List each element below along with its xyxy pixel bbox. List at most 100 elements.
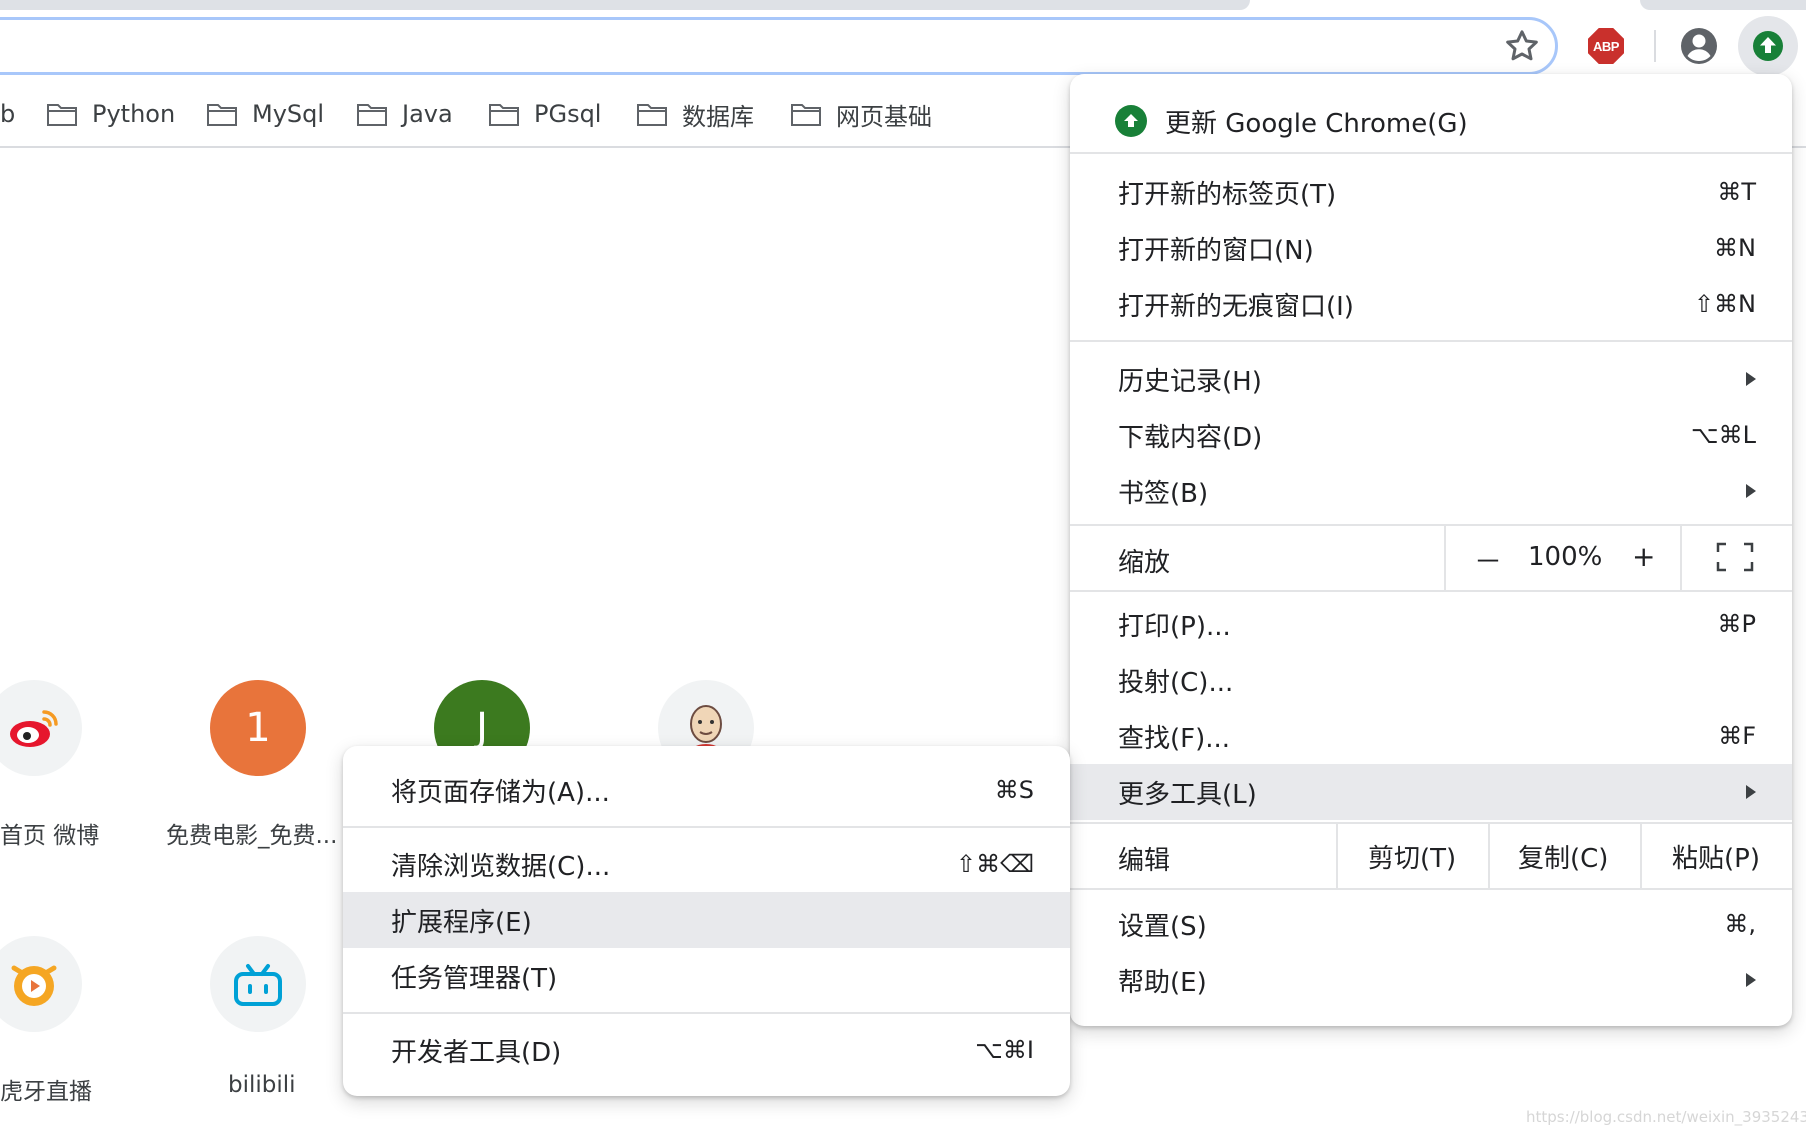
menu-item-cast[interactable]: 投射(C)... [1070, 652, 1792, 708]
menu-shortcut: ⌥⌘L [1690, 421, 1756, 449]
edit-label: 编辑 [1118, 846, 1171, 876]
menu-label: 任务管理器(T) [391, 963, 558, 994]
menu-label: 清除浏览数据(C)... [391, 851, 611, 882]
menu-item-history[interactable]: 历史记录(H) [1070, 351, 1792, 407]
zoom-divider [1680, 526, 1682, 590]
zoom-level: 100% [1528, 542, 1603, 572]
zoom-in-button[interactable]: + [1632, 540, 1655, 573]
shortcut-glyph: J [476, 705, 488, 751]
menu-shortcut: ⌘N [1714, 234, 1756, 262]
bookmark-star-icon[interactable] [1502, 26, 1542, 66]
bookmark-label: b [0, 100, 16, 128]
menu-item-save-page[interactable]: 将页面存储为(A)... ⌘S [343, 762, 1070, 818]
folder-icon [357, 104, 387, 126]
toolbar-separator [1654, 30, 1656, 62]
paste-button[interactable]: 粘贴(P) [1672, 838, 1760, 875]
bookmark-label: MySql [252, 100, 325, 128]
shortcut-label: 免费电影_免费... [166, 823, 338, 849]
menu-label: 查找(F)... [1118, 723, 1231, 754]
zoom-row: 缩放 － 100% + [1070, 526, 1792, 590]
shortcut-label: 虎牙直播 [0, 1079, 92, 1105]
edit-divider [1336, 824, 1338, 888]
menu-separator [1070, 340, 1792, 342]
menu-label: 打印(P)... [1118, 611, 1231, 642]
menu-label: 打开新的标签页(T) [1118, 179, 1337, 210]
menu-label: 扩展程序(E) [391, 907, 532, 938]
menu-item-incognito[interactable]: 打开新的无痕窗口(I) ⇧⌘N [1070, 276, 1792, 332]
submenu-arrow-icon [1746, 973, 1756, 987]
menu-label: 更多工具(L) [1118, 779, 1257, 810]
menu-label: 打开新的窗口(N) [1118, 235, 1314, 266]
watermark: https://blog.csdn.net/weixin_39352438 [1526, 1108, 1806, 1126]
menu-label: 投射(C)... [1118, 667, 1234, 698]
menu-item-task-manager[interactable]: 任务管理器(T) [343, 948, 1070, 1004]
menu-shortcut: ⇧⌘⌫ [955, 850, 1034, 878]
edit-divider [1488, 824, 1490, 888]
shortcut-label: bilibili [228, 1072, 296, 1098]
cut-button[interactable]: 剪切(T) [1368, 838, 1456, 875]
huya-icon [11, 965, 57, 1006]
more-tools-submenu: 将页面存储为(A)... ⌘S 清除浏览数据(C)... ⇧⌘⌫ 扩展程序(E)… [343, 746, 1070, 1096]
address-bar[interactable] [0, 17, 1558, 75]
zoom-out-button[interactable]: － [1474, 540, 1502, 580]
bookmark-folder-mysql[interactable]: MySql [206, 94, 324, 134]
menu-item-extensions[interactable]: 扩展程序(E) [343, 892, 1070, 948]
menu-item-downloads[interactable]: 下载内容(D) ⌥⌘L [1070, 407, 1792, 463]
bookmark-folder-java[interactable]: Java [356, 94, 453, 134]
menu-label: 书签(B) [1118, 478, 1209, 509]
menu-item-new-window[interactable]: 打开新的窗口(N) ⌘N [1070, 220, 1792, 276]
shortcut-glyph: 1 [245, 705, 271, 751]
tab-strip-band-right [1640, 0, 1806, 10]
menu-separator [1070, 152, 1792, 154]
weibo-icon [10, 710, 58, 747]
bookmark-label: PGsql [534, 100, 602, 128]
shortcut-weibo[interactable] [0, 680, 82, 776]
menu-separator [1070, 590, 1792, 592]
menu-label: 开发者工具(D) [391, 1037, 562, 1068]
menu-shortcut: ⇧⌘N [1693, 290, 1756, 318]
submenu-arrow-icon [1746, 785, 1756, 799]
bookmark-folder-python[interactable]: Python [46, 94, 175, 134]
menu-item-new-tab[interactable]: 打开新的标签页(T) ⌘T [1070, 164, 1792, 220]
menu-label: 历史记录(H) [1118, 366, 1262, 397]
menu-shortcut: ⌘P [1717, 610, 1756, 638]
menu-item-settings[interactable]: 设置(S) ⌘, [1070, 896, 1792, 952]
adblock-icon[interactable]: ABP [1582, 22, 1630, 70]
bookmark-label: 网页基础 [836, 102, 932, 131]
menu-shortcut: ⌘F [1718, 722, 1756, 750]
menu-item-more-tools[interactable]: 更多工具(L) [1070, 764, 1792, 820]
bookmark-folder-web-basics[interactable]: 网页基础 [790, 94, 932, 134]
bookmark-folder-pgsql[interactable]: PGsql [488, 94, 601, 134]
edit-row: 编辑 剪切(T) 复制(C) 粘贴(P) [1070, 824, 1792, 888]
menu-item-find[interactable]: 查找(F)... ⌘F [1070, 708, 1792, 764]
menu-label: 打开新的无痕窗口(I) [1118, 291, 1354, 322]
copy-button[interactable]: 复制(C) [1518, 838, 1608, 875]
folder-icon [207, 104, 237, 126]
adblock-badge: ABP [1588, 28, 1624, 64]
submenu-arrow-icon [1746, 484, 1756, 498]
menu-item-help[interactable]: 帮助(E) [1070, 952, 1792, 1008]
folder-icon [637, 104, 667, 126]
menu-shortcut: ⌘S [994, 776, 1034, 804]
menu-item-clear-data[interactable]: 清除浏览数据(C)... ⇧⌘⌫ [343, 836, 1070, 892]
bookmark-folder-database[interactable]: 数据库 [636, 94, 754, 134]
folder-icon [489, 104, 519, 126]
bookmark-label: Java [402, 100, 453, 128]
menu-item-print[interactable]: 打印(P)... ⌘P [1070, 596, 1792, 652]
menu-label: 将页面存储为(A)... [391, 777, 610, 808]
bookmark-folder[interactable]: b [0, 94, 15, 134]
fullscreen-icon[interactable] [1716, 542, 1754, 576]
shortcut-label: 首页 微博 [0, 823, 100, 849]
profile-avatar-icon[interactable] [1675, 22, 1723, 70]
shortcut-movies[interactable]: 1 [210, 680, 306, 776]
menu-label: 帮助(E) [1118, 967, 1207, 998]
update-menu-icon[interactable] [1738, 16, 1798, 76]
menu-item-bookmarks[interactable]: 书签(B) [1070, 463, 1792, 519]
folder-icon [791, 104, 821, 126]
bookmark-label: 数据库 [682, 102, 754, 131]
update-chrome-item[interactable]: 更新 Google Chrome(G) [1070, 90, 1792, 152]
shortcut-huya[interactable] [0, 936, 82, 1032]
update-arrow-icon [1115, 105, 1147, 137]
shortcut-bilibili[interactable] [210, 936, 306, 1032]
menu-item-dev-tools[interactable]: 开发者工具(D) ⌥⌘I [343, 1022, 1070, 1078]
